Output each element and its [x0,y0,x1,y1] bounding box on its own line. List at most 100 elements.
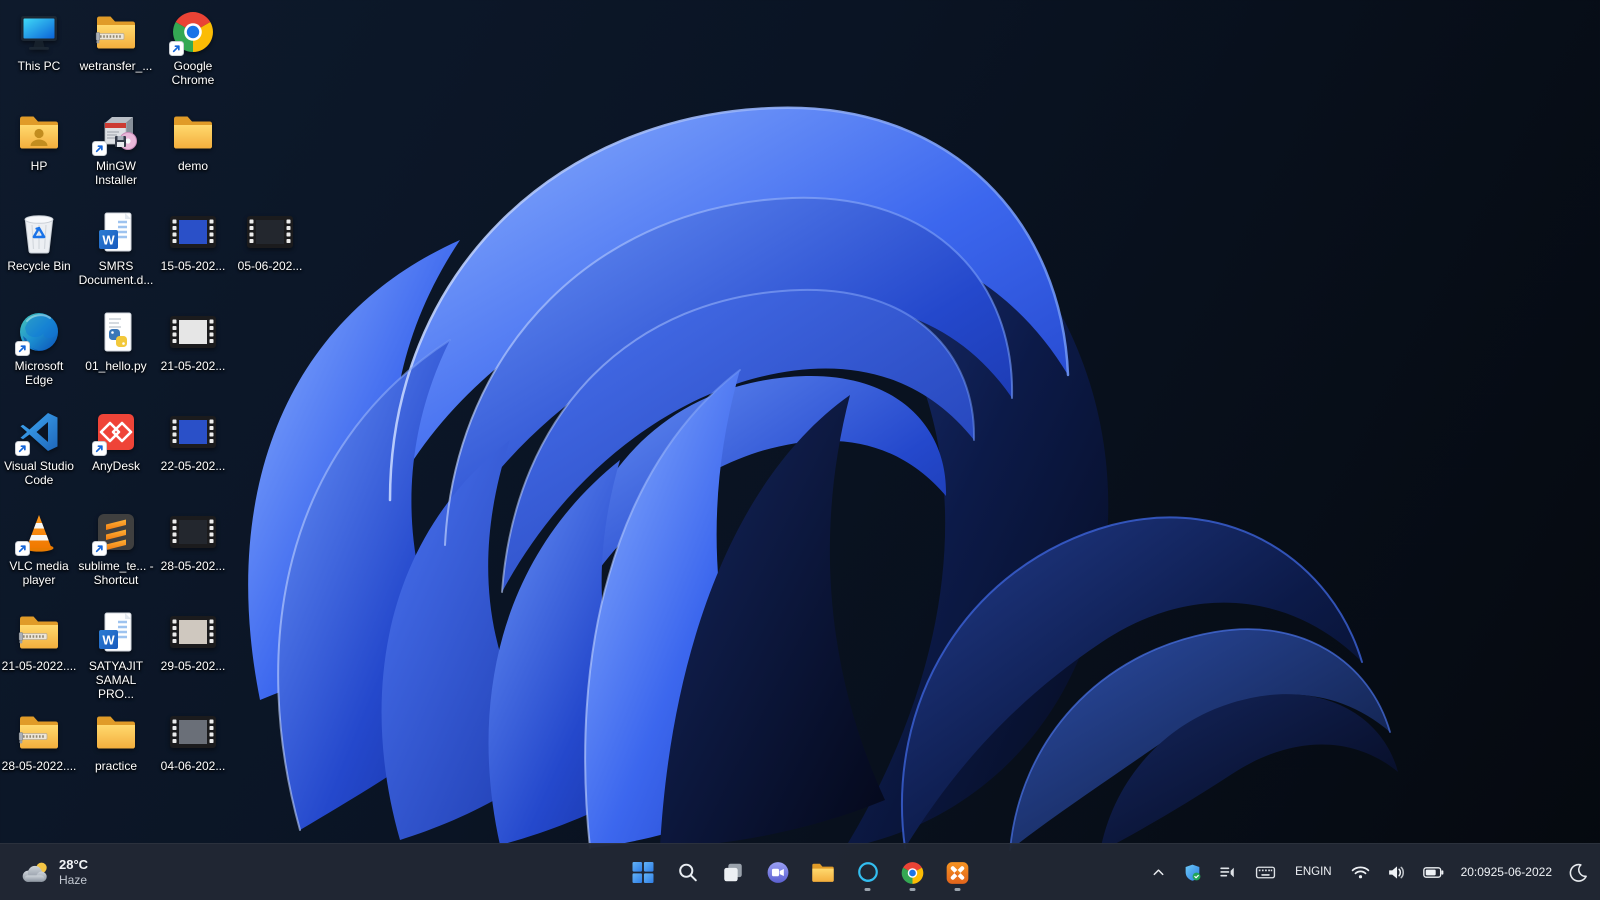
desktop-icon-this-pc[interactable]: This PC [1,8,77,73]
desktop-icon-video-04-06[interactable]: 04-06-202... [155,708,231,773]
video-file-icon [169,608,217,656]
focus-assist-button[interactable] [1565,859,1592,886]
desktop-icon-label: SATYAJIT SAMAL PRO... [88,659,144,702]
desktop-icon-label: wetransfer_... [79,59,153,73]
desktop-icon-wetransfer-zip[interactable]: wetransfer_... [78,8,154,73]
task-view-button[interactable] [713,853,753,893]
desktop-icon-video-21-05[interactable]: 21-05-202... [155,308,231,373]
desktop-icon-mingw-installer[interactable]: MinGW Installer [78,108,154,187]
recycle-bin-icon [15,208,63,256]
desktop-icon-label: 28-05-202... [160,559,226,573]
desktop-icon-vlc[interactable]: VLC media player [1,508,77,587]
system-tray: ENG IN 20:09 25-06-2022 [1147,844,1592,900]
zip-folder-icon [92,8,140,56]
alexa-button[interactable] [848,853,888,893]
running-indicator [909,887,916,891]
show-hidden-icons-button[interactable] [1147,861,1170,884]
weather-temperature: 28°C [59,857,89,873]
desktop-icon-label: This PC [17,59,61,73]
desktop-icon-label: 21-05-202... [160,359,226,373]
desktop-icon-label: demo [177,159,209,173]
shield-check-icon [1185,864,1201,881]
search-button[interactable] [668,853,708,893]
desktop-icon-vscode[interactable]: Visual Studio Code [1,408,77,487]
video-file-icon [169,408,217,456]
shortcut-arrow-icon [169,41,184,56]
video-file-icon [169,208,217,256]
word-doc-icon [92,208,140,256]
speaker-icon [1388,866,1404,879]
desktop-icon-label: 28-05-2022.... [1,759,77,773]
running-indicator [864,887,871,891]
video-file-icon [246,208,294,256]
desktop-icon-video-05-06[interactable]: 05-06-202... [232,208,308,273]
edge-icon [15,308,63,356]
sublime-icon [92,508,140,556]
desktop-icon-demo-folder[interactable]: demo [155,108,231,173]
desktop-icon-recycle-bin[interactable]: Recycle Bin [1,208,77,273]
folder-icon [169,108,217,156]
volume-tray-button[interactable] [1383,860,1410,885]
volume-mixer-tray-button[interactable] [1215,859,1242,886]
desktop-icon-label: 04-06-202... [160,759,226,773]
language-line2: IN [1320,866,1332,879]
desktop-icon-video-29-05[interactable]: 29-05-202... [155,608,231,673]
battery-tray-button[interactable] [1419,862,1448,883]
desktop-icon-anydesk[interactable]: AnyDesk [78,408,154,473]
desktop-icon-video-15-05[interactable]: 15-05-202... [155,208,231,273]
desktop-icon-hp-folder[interactable]: HP [1,108,77,173]
language-indicator[interactable]: ENG IN [1289,863,1337,881]
desktop-icon-label: MinGW Installer [94,159,138,188]
shortcut-arrow-icon [92,441,107,456]
desktop-icon-practice-folder[interactable]: practice [78,708,154,773]
desktop-icon-smrs-document[interactable]: SMRS Document.d... [78,208,154,287]
chat-button[interactable] [758,853,798,893]
clock[interactable]: 20:09 25-06-2022 [1457,863,1556,883]
desktop-icon-video-28-05[interactable]: 28-05-202... [155,508,231,573]
desktop-icon-sublime-shortcut[interactable]: sublime_te... - Shortcut [78,508,154,587]
python-file-icon [92,308,140,356]
desktop-icon-python-file[interactable]: 01_hello.py [78,308,154,373]
windows-security-tray-button[interactable] [1179,859,1206,886]
xampp-button[interactable] [938,853,978,893]
task-view-icon [723,863,742,882]
desktop-icon-label: 21-05-2022.... [1,659,77,673]
file-explorer-button[interactable] [803,853,843,893]
desktop-icon-label: 15-05-202... [160,259,226,273]
video-file-icon [169,508,217,556]
moon-cloud-icon [22,862,47,882]
moon-icon [1569,863,1587,882]
desktop-icon-label: 22-05-202... [160,459,226,473]
search-icon [678,863,697,882]
desktop-icon-video-22-05[interactable]: 22-05-202... [155,408,231,473]
chevron-up-icon [1153,869,1164,876]
desktop-icon-zip-21-05[interactable]: 21-05-2022.... [1,608,77,673]
start-button[interactable] [623,853,663,893]
desktop-icon-label: Recycle Bin [7,259,71,273]
chrome-icon [900,860,926,886]
desktop-icon-google-chrome[interactable]: Google Chrome [155,8,231,87]
chrome-icon [169,8,217,56]
desktop-icon-label: practice [94,759,138,773]
word-doc-icon [92,608,140,656]
clock-date: 25-06-2022 [1490,864,1552,879]
desktop: This PC wetransfer_... Google Chrome HP … [0,0,1600,843]
taskbar-apps [623,844,978,900]
network-tray-button[interactable] [1347,861,1374,884]
desktop-icon-microsoft-edge[interactable]: Microsoft Edge [1,308,77,387]
desktop-icon-zip-28-05[interactable]: 28-05-2022.... [1,708,77,773]
language-line1: ENG [1295,866,1321,879]
weather-text: 28°C Haze [59,857,88,888]
vscode-icon [15,408,63,456]
folder-icon [809,859,836,886]
desktop-icon-label: Visual Studio Code [4,459,74,488]
widgets-weather-button[interactable]: 28°C Haze [6,844,100,900]
weather-condition: Haze [59,873,88,888]
touch-keyboard-button[interactable] [1251,860,1280,885]
desktop-icon-satyajit-document[interactable]: SATYAJIT SAMAL PRO... [78,608,154,701]
battery-icon [1422,867,1443,878]
desktop-icon-label: Google Chrome [171,59,215,88]
chrome-button[interactable] [893,853,933,893]
folder-icon [92,708,140,756]
this-pc-icon [15,8,63,56]
